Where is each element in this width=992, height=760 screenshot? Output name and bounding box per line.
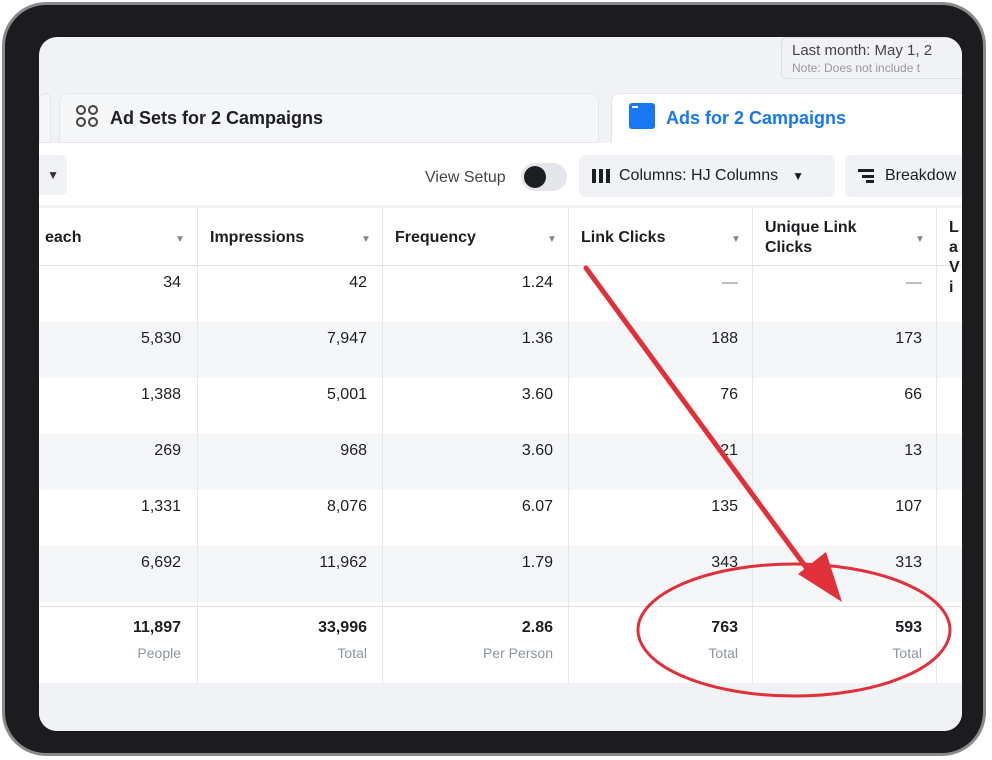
cell-frequency: 1.36	[521, 330, 553, 347]
tab-ad-sets-label: Ad Sets for 2 Campaigns	[110, 107, 324, 128]
column-divider	[382, 208, 383, 683]
cell-link-clicks: 135	[711, 498, 738, 515]
ads-table: 34 42 1.24 — — 5,830 7,947 1.36 188 173 …	[39, 208, 962, 683]
tab-ads[interactable]: Ads for 2 Campaigns	[611, 93, 962, 143]
column-header-link-clicks[interactable]: Link Clicks	[581, 228, 665, 248]
date-range-note: Note: Does not include t	[792, 61, 921, 75]
ad-sets-icon	[74, 103, 100, 134]
breakdown-icon	[857, 168, 877, 184]
column-header-landing-page-views[interactable]: La Vi	[949, 218, 962, 298]
cell-unique-link-clicks: 66	[904, 386, 922, 403]
column-divider	[752, 208, 753, 683]
table-row[interactable]: 34 42 1.24 — —	[39, 266, 962, 322]
table-row[interactable]: 6,692 11,962 1.79 343 313	[39, 546, 962, 602]
cell-link-clicks: 21	[720, 442, 738, 459]
table-row[interactable]: 269 968 3.60 21 13	[39, 434, 962, 490]
cell-unique-link-clicks: —	[906, 274, 922, 291]
total-frequency-label: Per Person	[482, 645, 553, 661]
breakdown-label: Breakdow	[885, 167, 957, 184]
toolbar: ▼ View Setup Columns: HJ Columns ▼ Break…	[39, 143, 962, 205]
column-divider	[197, 208, 198, 683]
column-header-frequency[interactable]: Frequency	[395, 228, 476, 248]
cell-frequency: 6.07	[521, 498, 553, 515]
cell-link-clicks: 343	[711, 554, 738, 571]
cell-reach: 1,388	[140, 386, 181, 403]
total-unique-link-clicks: 593	[895, 619, 922, 636]
column-divider	[568, 208, 569, 683]
sort-caret-icon[interactable]: ▼	[547, 234, 557, 245]
cell-reach: 34	[163, 274, 181, 291]
cell-impressions: 42	[349, 274, 367, 291]
tab-campaigns-stub[interactable]	[39, 93, 51, 143]
caret-down-icon: ▼	[47, 168, 59, 182]
cell-impressions: 5,001	[326, 386, 367, 403]
tab-ad-sets[interactable]: Ad Sets for 2 Campaigns	[59, 93, 599, 143]
column-header-impressions[interactable]: Impressions	[210, 228, 304, 248]
column-header-unique-link-clicks[interactable]: Unique Link Clicks	[765, 218, 875, 258]
cell-link-clicks: 188	[711, 330, 738, 347]
cell-impressions: 8,076	[326, 498, 367, 515]
cell-frequency: 3.60	[521, 442, 553, 459]
columns-icon	[591, 168, 611, 184]
toggle-knob	[524, 166, 546, 188]
totals-row: 11,897 People 33,996 Total 2.86 Per Pers…	[39, 606, 962, 683]
view-setup-label: View Setup	[425, 169, 506, 186]
tablet-frame: Last month: May 1, 2 Note: Does not incl…	[2, 2, 986, 756]
columns-label: Columns: HJ Columns	[619, 167, 779, 184]
total-reach: 11,897	[132, 619, 181, 636]
view-setup-toggle[interactable]	[521, 163, 567, 191]
cell-unique-link-clicks: 107	[895, 498, 922, 515]
cell-unique-link-clicks: 173	[895, 330, 922, 347]
total-unique-link-clicks-label: Total	[892, 645, 922, 661]
total-link-clicks-label: Total	[708, 645, 738, 661]
bottom-bar	[39, 683, 962, 731]
column-divider	[936, 208, 937, 683]
column-header-reach[interactable]: each	[45, 228, 81, 248]
columns-button[interactable]: Columns: HJ Columns ▼	[579, 155, 835, 197]
table-row[interactable]: 5,830 7,947 1.36 188 173	[39, 322, 962, 378]
cell-link-clicks: —	[722, 274, 738, 291]
cell-reach: 5,830	[140, 330, 181, 347]
date-range-picker[interactable]: Last month: May 1, 2 Note: Does not incl…	[781, 37, 962, 79]
sort-caret-icon[interactable]: ▼	[361, 234, 371, 245]
cell-frequency: 1.24	[521, 274, 553, 291]
sort-caret-icon[interactable]: ▼	[915, 234, 925, 245]
ads-manager-screen: Last month: May 1, 2 Note: Does not incl…	[39, 37, 962, 731]
cell-frequency: 3.60	[521, 386, 553, 403]
cell-impressions: 11,962	[319, 554, 367, 571]
cell-reach: 6,692	[140, 554, 181, 571]
table-header: each ▼ Impressions ▼ Frequency ▼ Link Cl…	[39, 208, 962, 296]
total-impressions-label: Total	[337, 645, 367, 661]
ads-icon	[628, 102, 656, 135]
dropdown-stub[interactable]: ▼	[39, 155, 67, 195]
cell-unique-link-clicks: 13	[904, 442, 922, 459]
cell-link-clicks: 76	[720, 386, 738, 403]
breakdown-button[interactable]: Breakdow	[845, 155, 962, 197]
sort-caret-icon[interactable]: ▼	[731, 234, 741, 245]
cell-unique-link-clicks: 313	[895, 554, 922, 571]
cell-reach: 269	[154, 442, 181, 459]
total-reach-label: People	[137, 645, 181, 661]
table-row[interactable]: 1,388 5,001 3.60 76 66	[39, 378, 962, 434]
cell-frequency: 1.79	[521, 554, 553, 571]
cell-impressions: 968	[340, 442, 367, 459]
total-link-clicks: 763	[711, 619, 738, 636]
total-impressions: 33,996	[318, 619, 367, 636]
cell-impressions: 7,947	[326, 330, 367, 347]
table-row[interactable]: 1,331 8,076 6.07 135 107	[39, 490, 962, 546]
cell-reach: 1,331	[140, 498, 181, 515]
tab-ads-label: Ads for 2 Campaigns	[666, 108, 847, 128]
caret-down-icon: ▼	[792, 169, 805, 183]
sort-caret-icon[interactable]: ▼	[175, 234, 185, 245]
total-frequency: 2.86	[521, 619, 553, 636]
date-range-label: Last month: May 1, 2	[792, 42, 933, 59]
